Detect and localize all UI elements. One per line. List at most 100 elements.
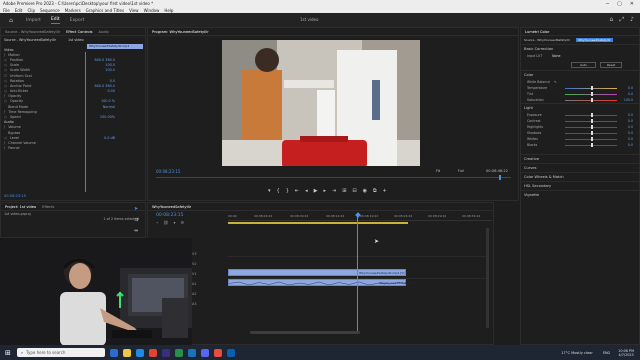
track-a3[interactable]: A3 xyxy=(192,302,196,306)
contrast-slider[interactable] xyxy=(565,119,617,123)
timeline-timecode[interactable]: 00:08:23:15 xyxy=(156,213,183,218)
fullscreen-icon[interactable]: ⤢ xyxy=(619,16,624,24)
chrome-icon[interactable] xyxy=(148,348,157,357)
go-to-out-icon[interactable]: ⇥ xyxy=(332,188,336,194)
whites-slider[interactable] xyxy=(565,137,617,141)
tint-slider[interactable] xyxy=(565,92,617,96)
home-icon[interactable]: ⌂ xyxy=(610,16,614,24)
tab-effects[interactable]: Effects xyxy=(42,205,54,209)
auto-button[interactable]: Auto xyxy=(571,62,596,68)
hsl-secondary-section[interactable]: HSL Secondary xyxy=(521,181,639,190)
slider-knob[interactable] xyxy=(591,92,593,96)
light-section[interactable]: Light xyxy=(521,103,639,112)
program-playhead[interactable] xyxy=(499,175,501,180)
curves-section[interactable]: Curves xyxy=(521,163,639,172)
timeline-playhead[interactable] xyxy=(357,216,358,334)
in-icon[interactable]: { xyxy=(277,188,280,194)
edge-icon[interactable] xyxy=(135,348,144,357)
timeline-scrollbar[interactable] xyxy=(250,331,360,334)
fx-value[interactable]: 100.0 xyxy=(105,63,115,67)
slider-knob[interactable] xyxy=(591,98,593,102)
vignette-section[interactable]: Vignette xyxy=(521,190,639,199)
slider-value[interactable]: 0.0 xyxy=(628,137,633,141)
stopwatch-icon[interactable]: ◷ xyxy=(4,63,7,67)
highlights-slider[interactable] xyxy=(565,125,617,129)
slider-value[interactable]: 0.0 xyxy=(628,131,633,135)
home-icon[interactable]: ⌂ xyxy=(6,16,16,24)
compare-icon[interactable]: ⧉ xyxy=(373,188,377,194)
add-icon[interactable]: + xyxy=(383,188,387,194)
effect-controls-timecode[interactable]: 00:08:23:15 xyxy=(4,194,26,198)
audio-clip[interactable]: WhyYouneedSafetyIllr.mp4 xyxy=(228,279,419,286)
stopwatch-icon[interactable]: ◷ xyxy=(4,68,7,72)
add-marker-icon[interactable]: ▾ xyxy=(174,220,176,225)
slider-value[interactable]: 0.0 xyxy=(628,92,633,96)
menu-markers[interactable]: Markers xyxy=(65,8,81,13)
slider-knob[interactable] xyxy=(591,143,593,147)
slider-value[interactable]: 100.0 xyxy=(624,98,633,102)
stopwatch-icon[interactable]: ◷ xyxy=(4,79,7,83)
track-a2[interactable]: A2 xyxy=(192,292,196,296)
task-view-icon[interactable] xyxy=(109,348,118,357)
search-box[interactable]: ⌕ Type here to search xyxy=(16,348,105,357)
checkbox-icon[interactable]: ☑ xyxy=(4,74,7,78)
go-to-in-icon[interactable]: ⇤ xyxy=(295,188,299,194)
slider-knob[interactable] xyxy=(591,131,593,135)
tab-audio[interactable]: Audio xyxy=(98,30,108,34)
zoom-level-select[interactable]: Fit xyxy=(436,169,440,173)
program-title[interactable]: Program: WhyYouneedSafetyIllr xyxy=(152,30,209,34)
track-select-icon[interactable]: ⇉ xyxy=(134,217,144,223)
lumetri-title[interactable]: Lumetri Color xyxy=(525,30,549,34)
start-icon[interactable]: ⊞ xyxy=(5,349,11,357)
saturation-slider[interactable] xyxy=(565,98,617,102)
tab-project[interactable]: Project: 1st video xyxy=(5,205,36,209)
fx-value[interactable]: 100.00% xyxy=(100,115,115,119)
linked-selection-icon[interactable]: ⛓ xyxy=(163,220,168,225)
maximize-button[interactable]: ▢ xyxy=(617,1,622,7)
menu-help[interactable]: Help xyxy=(164,8,173,13)
insert-icon[interactable]: ⊞ xyxy=(342,188,346,194)
track-v1[interactable]: V1 xyxy=(192,272,196,276)
resolution-select[interactable]: Full xyxy=(458,169,464,173)
menu-edit[interactable]: Edit xyxy=(15,8,23,13)
photoshop-icon[interactable] xyxy=(226,348,235,357)
input-lut-select[interactable]: None xyxy=(552,54,560,58)
slider-knob[interactable] xyxy=(591,137,593,141)
lumetri-source[interactable]: Source - WhyYouneedSafetyIllr xyxy=(524,38,570,42)
slider-value[interactable]: 0.0 xyxy=(628,113,633,117)
minimize-button[interactable]: ─ xyxy=(606,1,609,7)
tray-lang[interactable]: ENG xyxy=(603,351,610,355)
stopwatch-icon[interactable]: ◷ xyxy=(4,58,7,62)
clock[interactable]: 10:06 PM 4/7/2023 xyxy=(618,349,634,357)
slider-value[interactable]: 0.0 xyxy=(628,143,633,147)
selection-tool-icon[interactable]: ➤ xyxy=(134,206,144,212)
out-icon[interactable]: } xyxy=(286,188,289,194)
marker-icon[interactable]: ▾ xyxy=(268,188,271,194)
slider-knob[interactable] xyxy=(591,119,593,123)
fx-value[interactable]: 0.0 xyxy=(110,79,115,83)
lumetri-clip[interactable]: WhyYouneedSafetyIllr xyxy=(576,38,613,42)
weather-label[interactable]: 17°C Mostly clear xyxy=(561,351,593,355)
blend-mode-select[interactable]: Normal xyxy=(103,105,115,109)
slider-value[interactable]: 0.0 xyxy=(628,86,633,90)
track-a1[interactable]: A1 xyxy=(192,282,196,286)
discord-icon[interactable] xyxy=(200,348,209,357)
eyedropper-icon[interactable]: ✎ xyxy=(554,80,557,84)
slider-value[interactable]: 0.0 xyxy=(628,119,633,123)
stopwatch-icon[interactable]: ◷ xyxy=(4,115,7,119)
ripple-edit-icon[interactable]: ⇹ xyxy=(134,228,144,234)
slider-knob[interactable] xyxy=(591,125,593,129)
track-v2[interactable]: V2 xyxy=(192,262,196,266)
tab-export[interactable]: Export xyxy=(70,18,85,23)
track-v3[interactable]: V3 xyxy=(192,252,196,256)
blacks-slider[interactable] xyxy=(565,143,617,147)
export-frame-icon[interactable]: ◉ xyxy=(363,188,367,194)
slider-value[interactable]: 0.0 xyxy=(628,125,633,129)
obs-icon[interactable] xyxy=(213,348,222,357)
wrench-icon[interactable]: ⚙ xyxy=(181,220,185,225)
stopwatch-icon[interactable]: ◷ xyxy=(4,136,7,140)
tab-edit[interactable]: Edit xyxy=(50,17,60,24)
spotify-icon[interactable] xyxy=(174,348,183,357)
video-clip[interactable]: WhyYouneedSafetyIllr.mp4 [V] xyxy=(228,269,406,276)
premiere-icon[interactable] xyxy=(161,348,170,357)
